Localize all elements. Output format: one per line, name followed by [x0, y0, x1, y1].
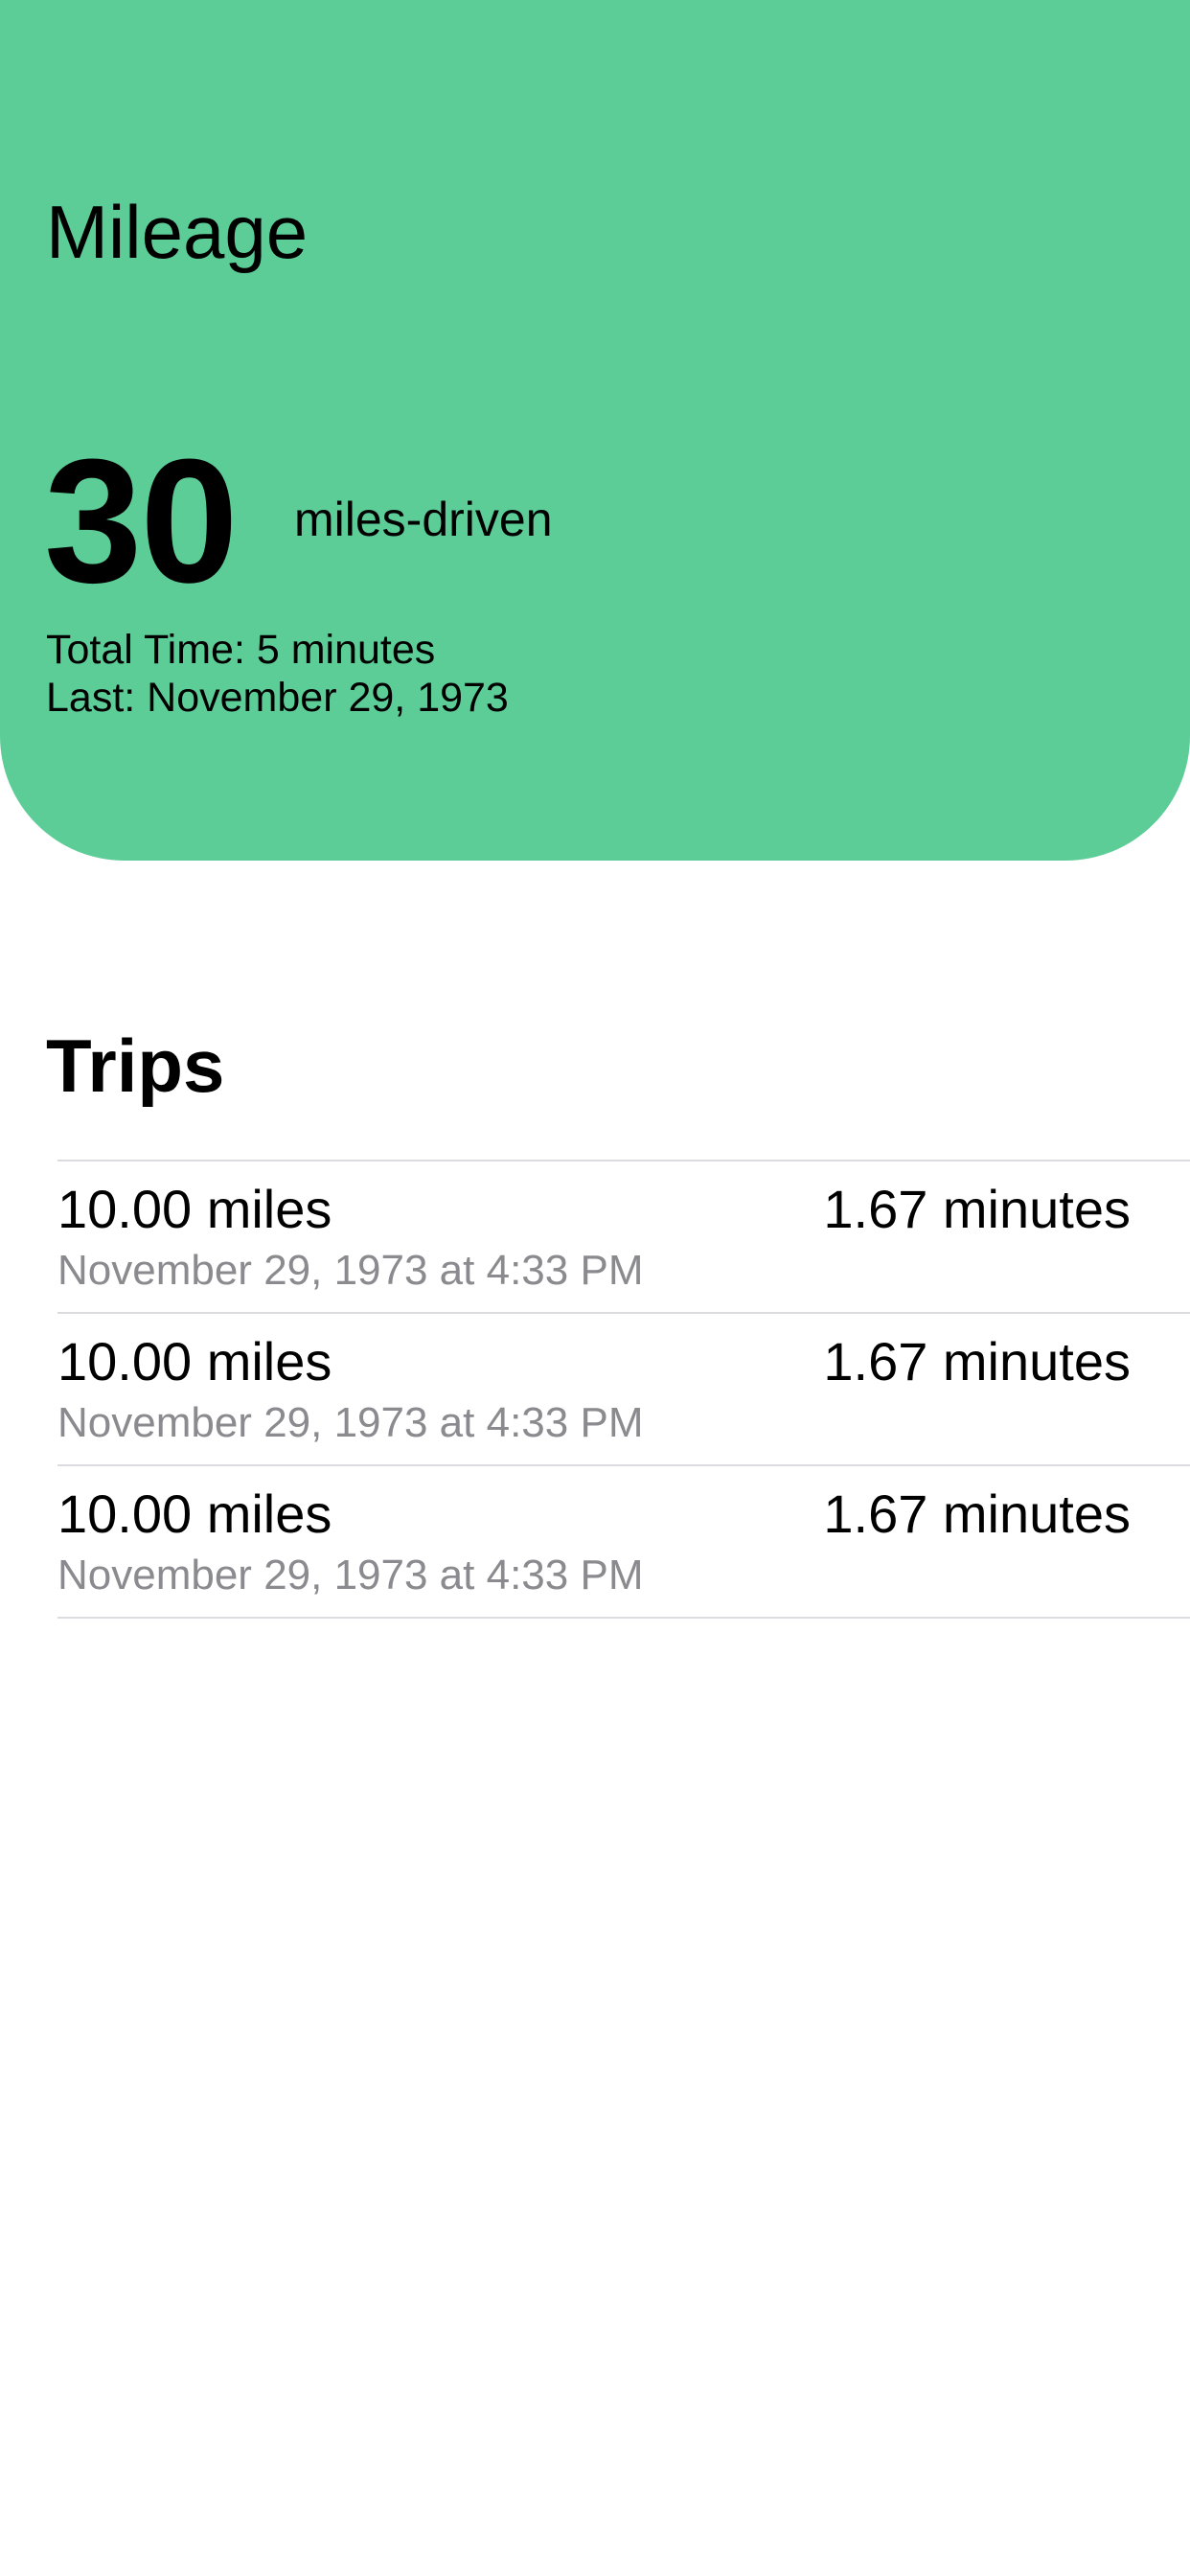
trip-date: November 29, 1973 at 4:33 PM [57, 1399, 644, 1446]
trip-distance: 10.00 miles [57, 1484, 332, 1544]
trip-date: November 29, 1973 at 4:33 PM [57, 1247, 644, 1294]
trip-row[interactable]: 10.00 miles November 29, 1973 at 4:33 PM… [57, 1314, 1190, 1466]
trip-duration: 1.67 minutes [823, 1484, 1131, 1544]
trip-list: 10.00 miles November 29, 1973 at 4:33 PM… [57, 1160, 1190, 1619]
trip-duration: 1.67 minutes [823, 1331, 1131, 1392]
miles-driven-unit: miles-driven [294, 493, 553, 546]
trip-distance: 10.00 miles [57, 1179, 332, 1239]
mileage-summary-card: Mileage 30 miles-driven Total Time: 5 mi… [0, 0, 1190, 861]
total-time-label: Total Time: 5 minutes [46, 627, 436, 673]
last-trip-date: Last: November 29, 1973 [46, 675, 509, 721]
trip-row[interactable]: 10.00 miles November 29, 1973 at 4:33 PM… [57, 1466, 1190, 1619]
trips-section-title: Trips [46, 1024, 225, 1108]
trip-distance: 10.00 miles [57, 1331, 332, 1392]
miles-driven-value: 30 [44, 422, 239, 619]
page-title: Mileage [46, 190, 309, 274]
trip-row[interactable]: 10.00 miles November 29, 1973 at 4:33 PM… [57, 1162, 1190, 1314]
trip-date: November 29, 1973 at 4:33 PM [57, 1552, 644, 1598]
trip-duration: 1.67 minutes [823, 1179, 1131, 1239]
